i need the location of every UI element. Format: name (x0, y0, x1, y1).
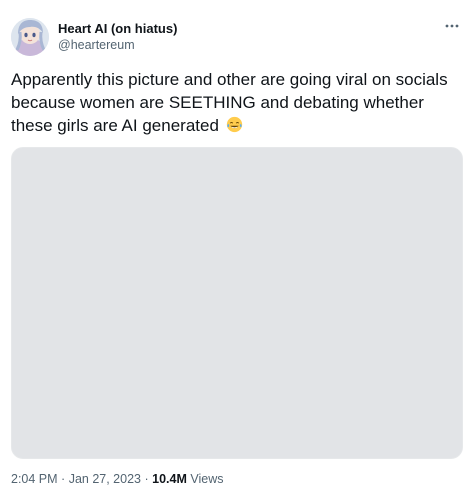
views-count: 10.4M (152, 472, 187, 486)
tweet-time[interactable]: 2:04 PM (11, 472, 58, 486)
meta-separator: · (61, 472, 66, 486)
more-options-icon (445, 24, 459, 28)
anime-avatar-icon (11, 18, 49, 56)
tweet-card: Heart AI (on hiatus) @heartereum Apparen… (0, 0, 474, 500)
views-label: Views (190, 472, 224, 486)
meta-separator: · (144, 472, 149, 486)
tweet-date[interactable]: Jan 27, 2023 (69, 472, 141, 486)
tweet-meta: 2:04 PM · Jan 27, 2023 · 10.4M Views (11, 471, 224, 488)
author-name-block: Heart AI (on hiatus) @heartereum (58, 20, 177, 54)
tweet-text: Apparently this picture and other are go… (11, 68, 466, 137)
tears-of-joy-emoji-icon (226, 116, 242, 133)
author-display-name[interactable]: Heart AI (on hiatus) (58, 20, 177, 37)
tweet-photo[interactable] (11, 147, 463, 459)
author-handle[interactable]: @heartereum (58, 37, 177, 54)
author-avatar[interactable] (11, 18, 49, 56)
more-options-button[interactable] (441, 18, 463, 34)
tweet-header: Heart AI (on hiatus) @heartereum (11, 16, 463, 60)
